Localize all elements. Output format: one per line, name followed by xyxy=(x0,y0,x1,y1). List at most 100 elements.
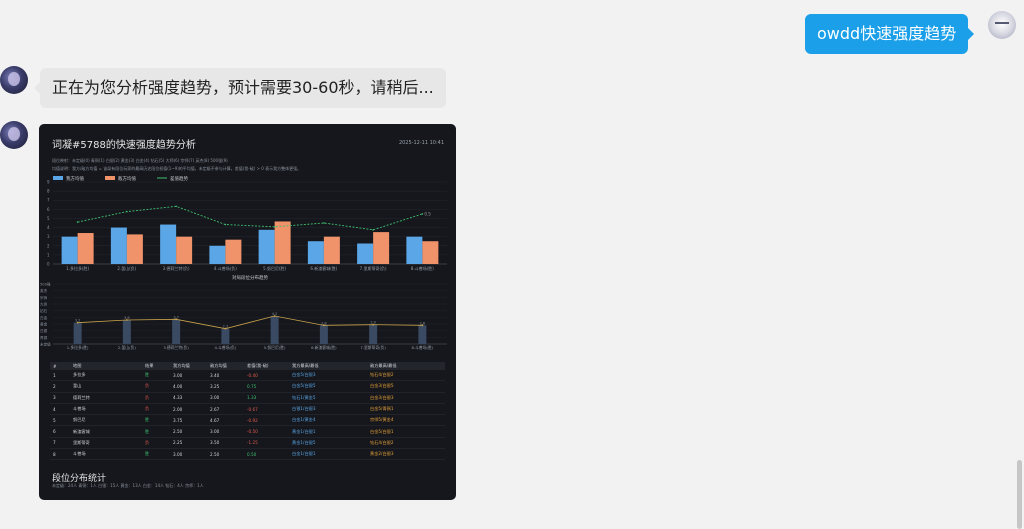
y-tick-label: 青铜 xyxy=(40,335,48,340)
diff-point xyxy=(224,223,227,226)
table-header-cell: 敌方均值 xyxy=(207,362,244,370)
table-cell-diff: 0.50 xyxy=(244,448,289,461)
rank-distribution-line-chart: 对局段位分布趋势 500强英杰宗师大师钻石白金黄金白银青铜未定级 1.多拉多(胜) 3… xyxy=(40,274,447,350)
average-point xyxy=(76,321,79,324)
x-tick-label: 3.德莉兰特(负) xyxy=(163,345,189,350)
table-cell-our-range: 黄金1/白银1 xyxy=(289,425,367,438)
table-cell-result: 负 xyxy=(142,392,170,404)
table-cell-enemy: 3.25 xyxy=(207,380,244,393)
y-tick-label: 2 xyxy=(47,243,50,248)
bar-enemy xyxy=(274,221,291,264)
table-row: 5 努巴尼胜 3.75 4.67 -0.92 白金1/黄金4 宗师5/黄金4 xyxy=(50,414,445,427)
table-cell-enemy: 4.67 xyxy=(207,414,244,427)
x-tick-label: 2.釜山(负) xyxy=(118,345,136,350)
strength-bar-chart: 我方均值 敌方均值 差值趋势 0 1 2 3 4 5 6 7 8 9 1.多拉多(胜) 2.釜山(负) 3.德… xyxy=(47,175,447,271)
table-cell-map: 新渣客城 xyxy=(70,425,142,438)
diff-point xyxy=(372,229,374,231)
distribution-bar xyxy=(270,316,279,344)
table-cell-our-range: 黄金1/白银5 xyxy=(289,437,367,450)
x-tick-label: 8.斗兽场(胜) xyxy=(411,345,433,350)
distribution-bar xyxy=(122,320,131,344)
table-header-cell: 我方最高/最低 xyxy=(289,362,367,370)
y-tick-label: 5 xyxy=(47,216,50,221)
table-cell-n: 5 xyxy=(50,414,70,427)
average-point xyxy=(421,324,424,327)
average-description-note: 均值说明：我方/敌方均值 = 该局有段位玩家的最高历史段位权值(1~9)的平均值… xyxy=(52,166,302,171)
table-cell-map: 斗兽场 xyxy=(70,403,142,416)
x-tick-label: 5.努巴尼(胜) xyxy=(264,345,286,350)
y-tick-label: 白金 xyxy=(40,315,48,320)
table-cell-enemy-range: 白金3/白银5 xyxy=(367,380,445,393)
table-cell-enemy: 3.00 xyxy=(207,425,244,438)
table-cell-our-range: 白金1/黄金4 xyxy=(289,414,367,427)
table-header-cell: # xyxy=(50,362,70,370)
table-row: 7 里斯蒂奇负 2.25 3.50 -1.25 黄金1/白银5 钻石4/白银2 xyxy=(50,437,445,450)
user-avatar[interactable] xyxy=(988,11,1016,39)
table-header-row: # 地图 结果 我方均值 敌方均值 差值(我-敌) 我方最高/最低 敌方最高/最低 xyxy=(50,362,445,370)
x-tick-label: 8.斗兽场(胜) xyxy=(411,265,434,271)
x-tick-label: 4.斗兽场(负) xyxy=(214,345,236,350)
y-tick-label: 白银 xyxy=(40,328,48,333)
table-cell-map: 努巴尼 xyxy=(70,414,142,427)
y-tick-label: 英杰 xyxy=(40,288,48,293)
bar-our xyxy=(61,236,78,264)
chart-title: 对局段位分布趋势 xyxy=(232,274,268,281)
table-cell-our: 2.50 xyxy=(170,425,207,438)
table-cell-enemy: 3.00 xyxy=(207,392,244,404)
table-cell-enemy-range: 钻石4/白银2 xyxy=(367,370,445,382)
x-tick-label: 4.斗兽场(负) xyxy=(214,265,237,271)
y-tick-label: 7 xyxy=(47,198,50,203)
table-row: 3 德莉兰特负 4.33 3.00 1.33 钻石1/黄金5 白金3/白银3 xyxy=(50,392,445,404)
bar-our xyxy=(258,229,275,264)
table-row: 6 新渣客城胜 2.50 3.00 -0.50 黄金1/白银1 白金5/白银1 xyxy=(50,425,445,438)
table-cell-result: 负 xyxy=(142,437,170,450)
table-cell-enemy-range: 宗师5/黄金4 xyxy=(367,414,445,427)
bot-avatar[interactable] xyxy=(0,66,28,94)
legend-label: 敌方均值 xyxy=(118,175,136,182)
table-cell-our-range: 钻石1/黄金5 xyxy=(289,392,367,404)
bar-enemy xyxy=(373,232,390,264)
table-cell-map: 釜山 xyxy=(70,380,142,393)
diff-point xyxy=(175,205,177,208)
table-cell-enemy: 2.67 xyxy=(207,403,244,416)
table-cell-result: 负 xyxy=(142,403,170,416)
average-point xyxy=(175,318,178,321)
page-scrollbar[interactable] xyxy=(1017,460,1022,529)
y-tick-label: 6 xyxy=(47,207,50,212)
diff-point xyxy=(421,213,424,215)
table-header-cell: 敌方最高/最低 xyxy=(367,362,445,370)
diff-point xyxy=(126,210,128,213)
legend-label: 差值趋势 xyxy=(170,175,188,182)
table-cell-our: 2.00 xyxy=(170,403,207,416)
table-row: 1 多拉多胜 3.00 3.40 -0.40 白金5/白银3 钻石4/白银2 xyxy=(50,370,445,382)
table-header-cell: 地图 xyxy=(70,362,142,370)
table-cell-n: 6 xyxy=(50,425,70,438)
x-tick-label: 7.里斯蒂奇(负) xyxy=(360,345,386,350)
table-cell-our: 3.75 xyxy=(170,414,207,427)
table-cell-result: 胜 xyxy=(142,370,170,382)
average-point xyxy=(322,324,325,327)
table-header-cell: 差值(我-敌) xyxy=(244,362,289,370)
card-timestamp: 2025-12-11 10:41 xyxy=(398,140,444,146)
distribution-bar xyxy=(221,328,230,344)
bot-avatar[interactable] xyxy=(0,121,28,149)
y-tick-label: 0 xyxy=(47,262,50,267)
x-tick-label: 7.里斯蒂奇(负) xyxy=(360,265,387,271)
y-tick-label: 未定级 xyxy=(40,342,51,347)
table-cell-enemy-range: 白金5/白银1 xyxy=(367,425,445,438)
diff-point xyxy=(323,222,325,224)
table-cell-n: 7 xyxy=(50,437,70,450)
y-tick-label: 9 xyxy=(47,180,50,185)
table-cell-result: 胜 xyxy=(142,448,170,461)
distribution-bar xyxy=(418,325,427,344)
bar-our xyxy=(357,243,374,264)
table-cell-n: 2 xyxy=(50,380,70,393)
table-cell-n: 3 xyxy=(50,392,70,404)
diff-end-label: 0.5 xyxy=(424,211,431,216)
y-tick-label: 宗师 xyxy=(40,295,48,300)
table-cell-diff: -0.92 xyxy=(244,414,289,427)
x-tick-label: 2.釜山(负) xyxy=(117,265,136,271)
x-tick-label: 3.德莉兰特(负) xyxy=(163,265,190,271)
analysis-image-card[interactable]: 词凝#5788的快速强度趋势分析 2025-12-11 10:41 段位映射：未… xyxy=(39,124,456,500)
bar-enemy xyxy=(126,234,143,264)
